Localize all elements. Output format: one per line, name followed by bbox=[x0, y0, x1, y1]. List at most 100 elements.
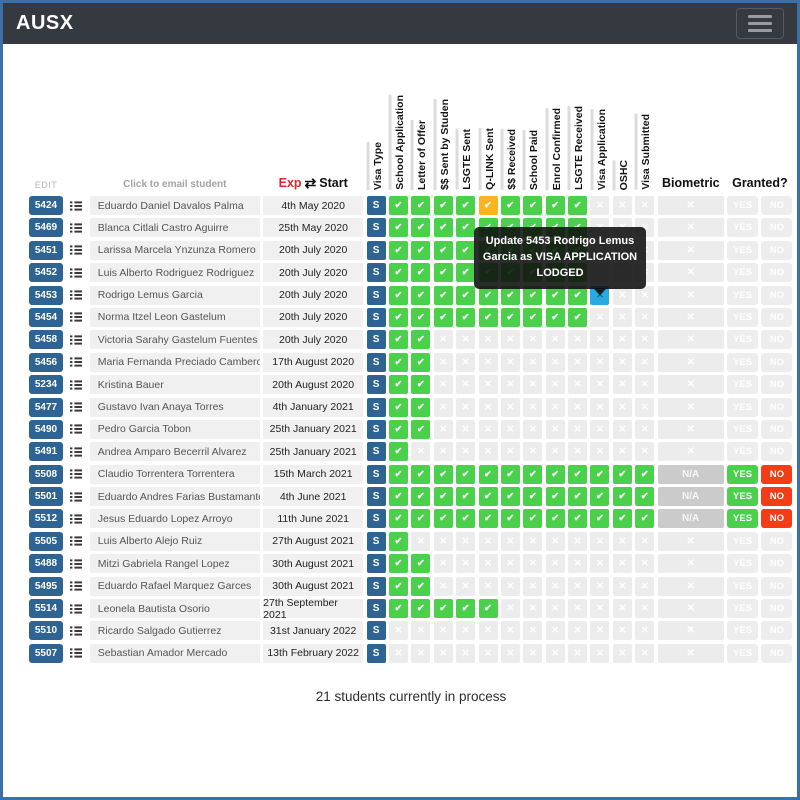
granted-no-button[interactable]: NO bbox=[761, 398, 792, 417]
status-cell[interactable]: ✕ bbox=[546, 532, 565, 551]
status-cell[interactable]: ✕ bbox=[523, 398, 542, 417]
status-cell[interactable]: ✕ bbox=[590, 196, 609, 215]
status-cell[interactable]: ✕ bbox=[434, 644, 453, 663]
status-cell[interactable]: ✔ bbox=[434, 218, 453, 237]
student-id-button[interactable]: 5512 bbox=[29, 509, 63, 528]
status-cell[interactable]: ✕ bbox=[434, 375, 453, 394]
status-cell[interactable]: ✕ bbox=[523, 554, 542, 573]
status-cell[interactable]: ✕ bbox=[635, 644, 654, 663]
status-cell[interactable]: ✕ bbox=[434, 554, 453, 573]
visa-type-cell[interactable]: S bbox=[367, 509, 386, 528]
status-cell[interactable]: ✔ bbox=[411, 308, 430, 327]
status-cell[interactable]: ✕ bbox=[546, 621, 565, 640]
granted-no-button[interactable]: NO bbox=[761, 465, 792, 484]
status-cell[interactable]: ✔ bbox=[434, 509, 453, 528]
visa-type-cell[interactable]: S bbox=[367, 442, 386, 461]
status-cell[interactable]: ✔ bbox=[434, 487, 453, 506]
status-cell[interactable]: ✔ bbox=[635, 465, 654, 484]
status-cell[interactable]: ✕ bbox=[523, 353, 542, 372]
status-cell[interactable]: ✕ bbox=[635, 375, 654, 394]
status-cell[interactable]: ✔ bbox=[456, 308, 475, 327]
granted-yes-button[interactable]: YES bbox=[727, 621, 758, 640]
status-cell[interactable]: ✕ bbox=[523, 330, 542, 349]
status-cell[interactable]: ✔ bbox=[568, 509, 587, 528]
status-cell[interactable]: ✔ bbox=[434, 308, 453, 327]
student-email-link[interactable]: Pedro Garcia Tobon bbox=[90, 420, 260, 439]
granted-yes-button[interactable]: YES bbox=[727, 599, 758, 618]
status-cell[interactable]: ✔ bbox=[456, 509, 475, 528]
status-cell[interactable]: ✔ bbox=[479, 196, 498, 215]
biometric-cell[interactable]: ✕ bbox=[658, 330, 724, 349]
granted-no-button[interactable]: NO bbox=[761, 263, 792, 282]
status-cell[interactable]: ✕ bbox=[456, 353, 475, 372]
status-cell[interactable]: ✔ bbox=[501, 465, 520, 484]
student-id-button[interactable]: 5501 bbox=[29, 487, 63, 506]
biometric-cell[interactable]: ✕ bbox=[658, 577, 724, 596]
status-cell[interactable]: ✕ bbox=[501, 554, 520, 573]
status-cell[interactable]: ✕ bbox=[546, 420, 565, 439]
status-cell[interactable]: ✕ bbox=[456, 330, 475, 349]
student-email-link[interactable]: Eduardo Daniel Davalos Palma bbox=[90, 196, 260, 215]
status-cell[interactable]: ✔ bbox=[523, 487, 542, 506]
status-cell[interactable]: ✕ bbox=[456, 532, 475, 551]
biometric-cell[interactable]: ✕ bbox=[658, 263, 724, 282]
status-cell[interactable]: ✕ bbox=[389, 621, 408, 640]
hamburger-menu-button[interactable] bbox=[736, 8, 784, 39]
granted-yes-button[interactable]: YES bbox=[727, 286, 758, 305]
status-cell[interactable]: ✕ bbox=[613, 308, 632, 327]
status-cell[interactable]: ✕ bbox=[568, 532, 587, 551]
status-cell[interactable]: ✕ bbox=[501, 442, 520, 461]
status-cell[interactable]: ✕ bbox=[635, 420, 654, 439]
granted-yes-button[interactable]: YES bbox=[727, 420, 758, 439]
student-id-button[interactable]: 5491 bbox=[29, 442, 63, 461]
status-cell[interactable]: ✕ bbox=[434, 398, 453, 417]
status-cell[interactable]: ✕ bbox=[501, 375, 520, 394]
status-cell[interactable]: ✕ bbox=[590, 554, 609, 573]
status-cell[interactable]: ✕ bbox=[501, 398, 520, 417]
granted-yes-button[interactable]: YES bbox=[727, 465, 758, 484]
status-cell[interactable]: ✔ bbox=[411, 196, 430, 215]
status-cell[interactable]: ✕ bbox=[411, 644, 430, 663]
status-cell[interactable]: ✔ bbox=[389, 487, 408, 506]
student-id-button[interactable]: 5451 bbox=[29, 241, 63, 260]
status-cell[interactable]: ✕ bbox=[456, 420, 475, 439]
granted-no-button[interactable]: NO bbox=[761, 532, 792, 551]
status-cell[interactable]: ✔ bbox=[523, 509, 542, 528]
visa-type-cell[interactable]: S bbox=[367, 644, 386, 663]
granted-yes-button[interactable]: YES bbox=[727, 353, 758, 372]
status-cell[interactable]: ✔ bbox=[389, 263, 408, 282]
status-cell[interactable]: ✕ bbox=[479, 353, 498, 372]
status-cell[interactable]: ✔ bbox=[501, 509, 520, 528]
list-icon[interactable] bbox=[66, 554, 86, 573]
status-cell[interactable]: ✕ bbox=[590, 375, 609, 394]
biometric-cell[interactable]: ✕ bbox=[658, 442, 724, 461]
status-cell[interactable]: ✔ bbox=[411, 599, 430, 618]
visa-type-cell[interactable]: S bbox=[367, 308, 386, 327]
status-cell[interactable]: ✕ bbox=[456, 577, 475, 596]
biometric-cell[interactable]: ✕ bbox=[658, 308, 724, 327]
student-id-button[interactable]: 5234 bbox=[29, 375, 63, 394]
granted-yes-button[interactable]: YES bbox=[727, 577, 758, 596]
list-icon[interactable] bbox=[66, 420, 86, 439]
status-cell[interactable]: ✕ bbox=[613, 398, 632, 417]
status-cell[interactable]: ✕ bbox=[434, 577, 453, 596]
status-cell[interactable]: ✕ bbox=[568, 375, 587, 394]
status-cell[interactable]: ✕ bbox=[635, 196, 654, 215]
biometric-cell[interactable]: ✕ bbox=[658, 644, 724, 663]
status-cell[interactable]: ✕ bbox=[501, 353, 520, 372]
status-cell[interactable]: ✔ bbox=[590, 465, 609, 484]
status-cell[interactable]: ✔ bbox=[456, 286, 475, 305]
status-cell[interactable]: ✕ bbox=[389, 644, 408, 663]
status-cell[interactable]: ✕ bbox=[568, 353, 587, 372]
status-cell[interactable]: ✔ bbox=[411, 263, 430, 282]
list-icon[interactable] bbox=[66, 241, 86, 260]
list-icon[interactable] bbox=[66, 644, 86, 663]
status-cell[interactable]: ✕ bbox=[590, 330, 609, 349]
exp-start-sort-toggle[interactable]: Exp ⇄ Start bbox=[263, 176, 363, 190]
status-cell[interactable]: ✕ bbox=[434, 353, 453, 372]
granted-no-button[interactable]: NO bbox=[761, 554, 792, 573]
status-cell[interactable]: ✕ bbox=[501, 644, 520, 663]
status-cell[interactable]: ✔ bbox=[411, 509, 430, 528]
granted-no-button[interactable]: NO bbox=[761, 241, 792, 260]
status-cell[interactable]: ✔ bbox=[501, 308, 520, 327]
